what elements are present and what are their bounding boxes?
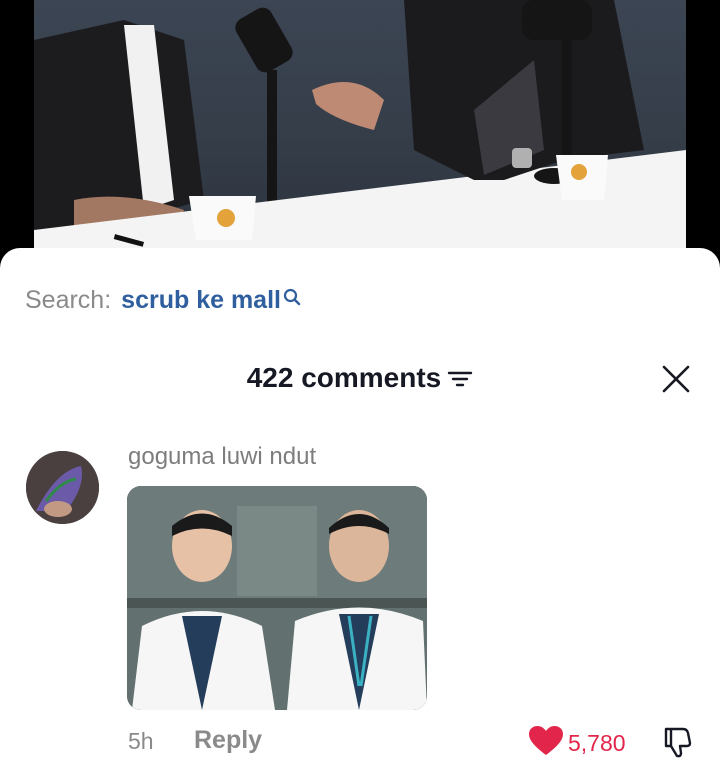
video-scene-illustration (34, 0, 686, 248)
comment-item: goguma luwi ndut 5h Reply 5,780 (0, 443, 720, 773)
search-suggestion[interactable]: Search: scrub ke mall (25, 280, 301, 320)
video-frame (34, 0, 686, 250)
comment-username[interactable]: goguma luwi ndut (128, 443, 316, 471)
comment-image[interactable] (127, 486, 427, 710)
search-term-link[interactable]: scrub ke mall (121, 286, 281, 315)
reply-button[interactable]: Reply (194, 726, 274, 755)
like-button[interactable]: 5,780 (528, 725, 626, 762)
thumbs-down-icon[interactable] (660, 725, 694, 759)
comments-header: 422 comments (0, 358, 720, 398)
comment-meta: 5h Reply (128, 726, 262, 755)
video-player[interactable] (0, 0, 720, 270)
comments-count: 422 comments (246, 362, 442, 393)
like-count: 5,780 (568, 730, 626, 756)
heart-icon (528, 725, 564, 762)
search-icon (283, 284, 301, 306)
sort-icon[interactable] (447, 367, 473, 389)
avatar[interactable] (26, 451, 99, 524)
comments-sheet: Search: scrub ke mall 422 comments gogum… (0, 248, 720, 779)
close-icon[interactable] (661, 364, 691, 394)
comment-time: 5h (128, 728, 154, 754)
search-label: Search: (25, 285, 112, 314)
